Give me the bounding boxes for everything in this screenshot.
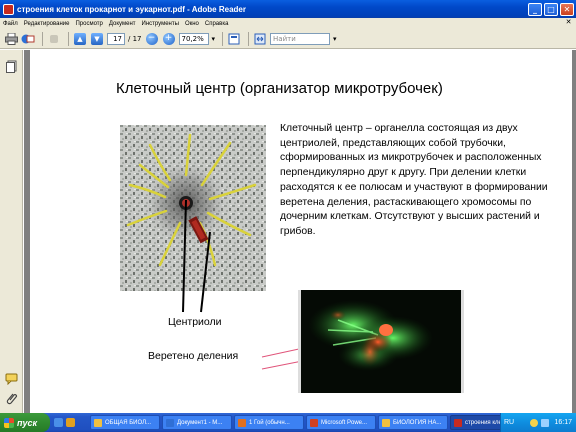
taskbar-item-label: ОБЩАЯ БИОЛ... <box>105 419 152 426</box>
toolbar-separator <box>42 31 43 46</box>
page-number-input[interactable]: 17 <box>107 32 125 45</box>
powerpoint-icon <box>310 418 318 427</box>
document-area[interactable]: Клеточный центр (организатор микротрубоч… <box>24 50 576 413</box>
menu-file[interactable]: Файл <box>3 21 18 27</box>
system-tray: RU 16:17 <box>500 413 576 432</box>
comments-icon[interactable] <box>5 370 18 386</box>
toolbar: ▲ ▼ 17 / 17 − + 70,2% ▾ Найти ▾ <box>0 29 576 49</box>
zoom-in-icon[interactable]: + <box>162 32 176 46</box>
volume-icon[interactable] <box>541 418 550 427</box>
window-title: строения клеток прокарнот и эукарнот.pdf… <box>17 4 246 14</box>
toolbar-separator <box>68 31 69 46</box>
page-total: / 17 <box>128 34 142 43</box>
centrioles-label: Центриоли <box>168 316 222 328</box>
print-icon[interactable] <box>4 32 18 46</box>
spindle-label: Веретено деления <box>148 350 239 362</box>
spindle-micrograph <box>298 290 464 393</box>
zoom-input[interactable]: 70,2% <box>178 32 209 45</box>
close-document-icon[interactable]: ✕ <box>564 19 573 28</box>
quick-launch-icon[interactable] <box>66 418 75 427</box>
pdf-page: Клеточный центр (организатор микротрубоч… <box>30 50 572 413</box>
taskbar-item[interactable]: Документ1 - М... <box>162 415 232 430</box>
folder-icon <box>382 418 390 427</box>
quick-launch <box>50 418 90 427</box>
attachments-icon[interactable] <box>5 390 18 405</box>
adobe-reader-icon <box>454 418 462 427</box>
hand-tool-icon[interactable] <box>47 32 61 46</box>
menu-window[interactable]: Окно <box>185 21 199 27</box>
close-button[interactable]: ✕ <box>560 2 574 16</box>
taskbar-item[interactable]: ОБЩАЯ БИОЛ... <box>90 415 160 430</box>
windows-logo-icon <box>4 417 14 428</box>
search-input[interactable]: Найти <box>270 32 331 45</box>
clock: 16:17 <box>554 419 572 426</box>
taskbar-item-label: БИОЛОГИЯ НА... <box>393 419 442 426</box>
fit-page-icon[interactable] <box>227 32 241 46</box>
start-label: пуск <box>17 417 38 428</box>
taskbar-item[interactable]: БИОЛОГИЯ НА... <box>378 415 448 430</box>
menu-bar: Файл Редактирование Просмотр Документ Ин… <box>0 18 576 29</box>
taskbar-item-label: Microsoft Powe... <box>321 419 368 426</box>
pages-panel-icon[interactable] <box>5 58 18 73</box>
language-indicator[interactable]: RU <box>504 419 514 426</box>
toolbar-separator <box>248 31 250 46</box>
taskbar-item-label: 1 Гой (обычн... <box>249 419 290 426</box>
fit-width-icon[interactable] <box>253 32 267 46</box>
tray-icon[interactable] <box>530 418 539 427</box>
taskbar-item[interactable]: 1 Гой (обычн... <box>234 415 304 430</box>
quick-launch-icon[interactable] <box>54 418 63 427</box>
taskbar: пуск ОБЩАЯ БИОЛ... Документ1 - М... 1 Го… <box>0 413 576 432</box>
previous-page-icon[interactable]: ▲ <box>73 32 87 46</box>
folder-icon <box>94 418 102 427</box>
taskbar-item-label: Документ1 - М... <box>177 419 223 426</box>
search-dropdown-icon[interactable]: ▾ <box>333 35 337 43</box>
next-page-icon[interactable]: ▼ <box>90 32 104 46</box>
adobe-reader-icon <box>3 3 14 15</box>
slide-body-text: Клеточный центр – органелла состоящая из… <box>280 123 548 237</box>
email-icon[interactable] <box>21 32 35 46</box>
title-bar: строения клеток прокарнот и эукарнот.pdf… <box>0 0 576 18</box>
toolbar-separator <box>222 31 224 46</box>
taskbar-item[interactable]: Microsoft Powe... <box>306 415 376 430</box>
menu-help[interactable]: Справка <box>205 21 229 27</box>
menu-tools[interactable]: Инструменты <box>142 21 179 27</box>
menu-document[interactable]: Документ <box>109 21 136 27</box>
navigation-panel <box>0 50 23 413</box>
minimize-button[interactable]: _ <box>528 2 542 16</box>
word-icon <box>166 418 174 427</box>
browser-icon <box>238 418 246 427</box>
start-button[interactable]: пуск <box>0 413 50 432</box>
zoom-out-icon[interactable]: − <box>145 32 159 46</box>
menu-view[interactable]: Просмотр <box>75 21 102 27</box>
menu-edit[interactable]: Редактирование <box>24 21 70 27</box>
zoom-dropdown-icon[interactable]: ▾ <box>212 35 216 43</box>
maximize-button[interactable]: □ <box>544 2 558 16</box>
